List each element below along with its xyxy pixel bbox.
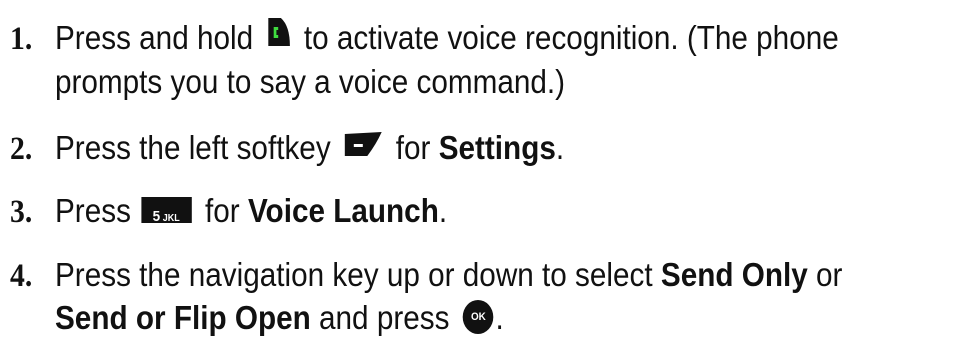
step-text: or [807, 256, 843, 293]
step-number: 2. [10, 131, 33, 167]
option-send-only: Send Only [660, 256, 808, 293]
step-text: prompts you to say a voice command.) [55, 63, 566, 101]
step-text: . [555, 129, 565, 166]
step-text: . [495, 299, 504, 336]
step-number: 4. [10, 258, 33, 294]
step-text: to activate voice recognition. (The phon… [295, 19, 839, 56]
ok-key-icon: OK [463, 300, 494, 335]
step-3: 3. Press 5 JKL for Voice Launch. [10, 190, 861, 233]
step-number: 3. [10, 194, 33, 230]
step-text: for [387, 129, 439, 166]
step-text: Press and hold [55, 19, 262, 56]
left-softkey-icon [343, 126, 384, 168]
step-text: Press the navigation key up or down to s… [55, 256, 661, 293]
key-5-jkl-icon: 5 JKL [140, 197, 192, 225]
step-text: and press [310, 299, 458, 336]
step-4: 4. Press the navigation key up or down to… [10, 254, 861, 339]
option-send-or-flip-open: Send or Flip Open [55, 299, 311, 336]
step-text: Press the left softkey [55, 129, 339, 166]
step-1: 1. Press and hold to activate voice recog… [10, 17, 861, 103]
menu-option-voice-launch: Voice Launch [247, 192, 439, 229]
step-text: Press [55, 192, 140, 229]
talk-key-icon [265, 16, 292, 58]
menu-option-settings: Settings [438, 129, 556, 166]
step-text: . [438, 192, 448, 229]
step-text: for [196, 192, 248, 229]
step-2: 2. Press the left softkey for Settings. [10, 127, 861, 171]
step-number: 1. [10, 21, 33, 57]
